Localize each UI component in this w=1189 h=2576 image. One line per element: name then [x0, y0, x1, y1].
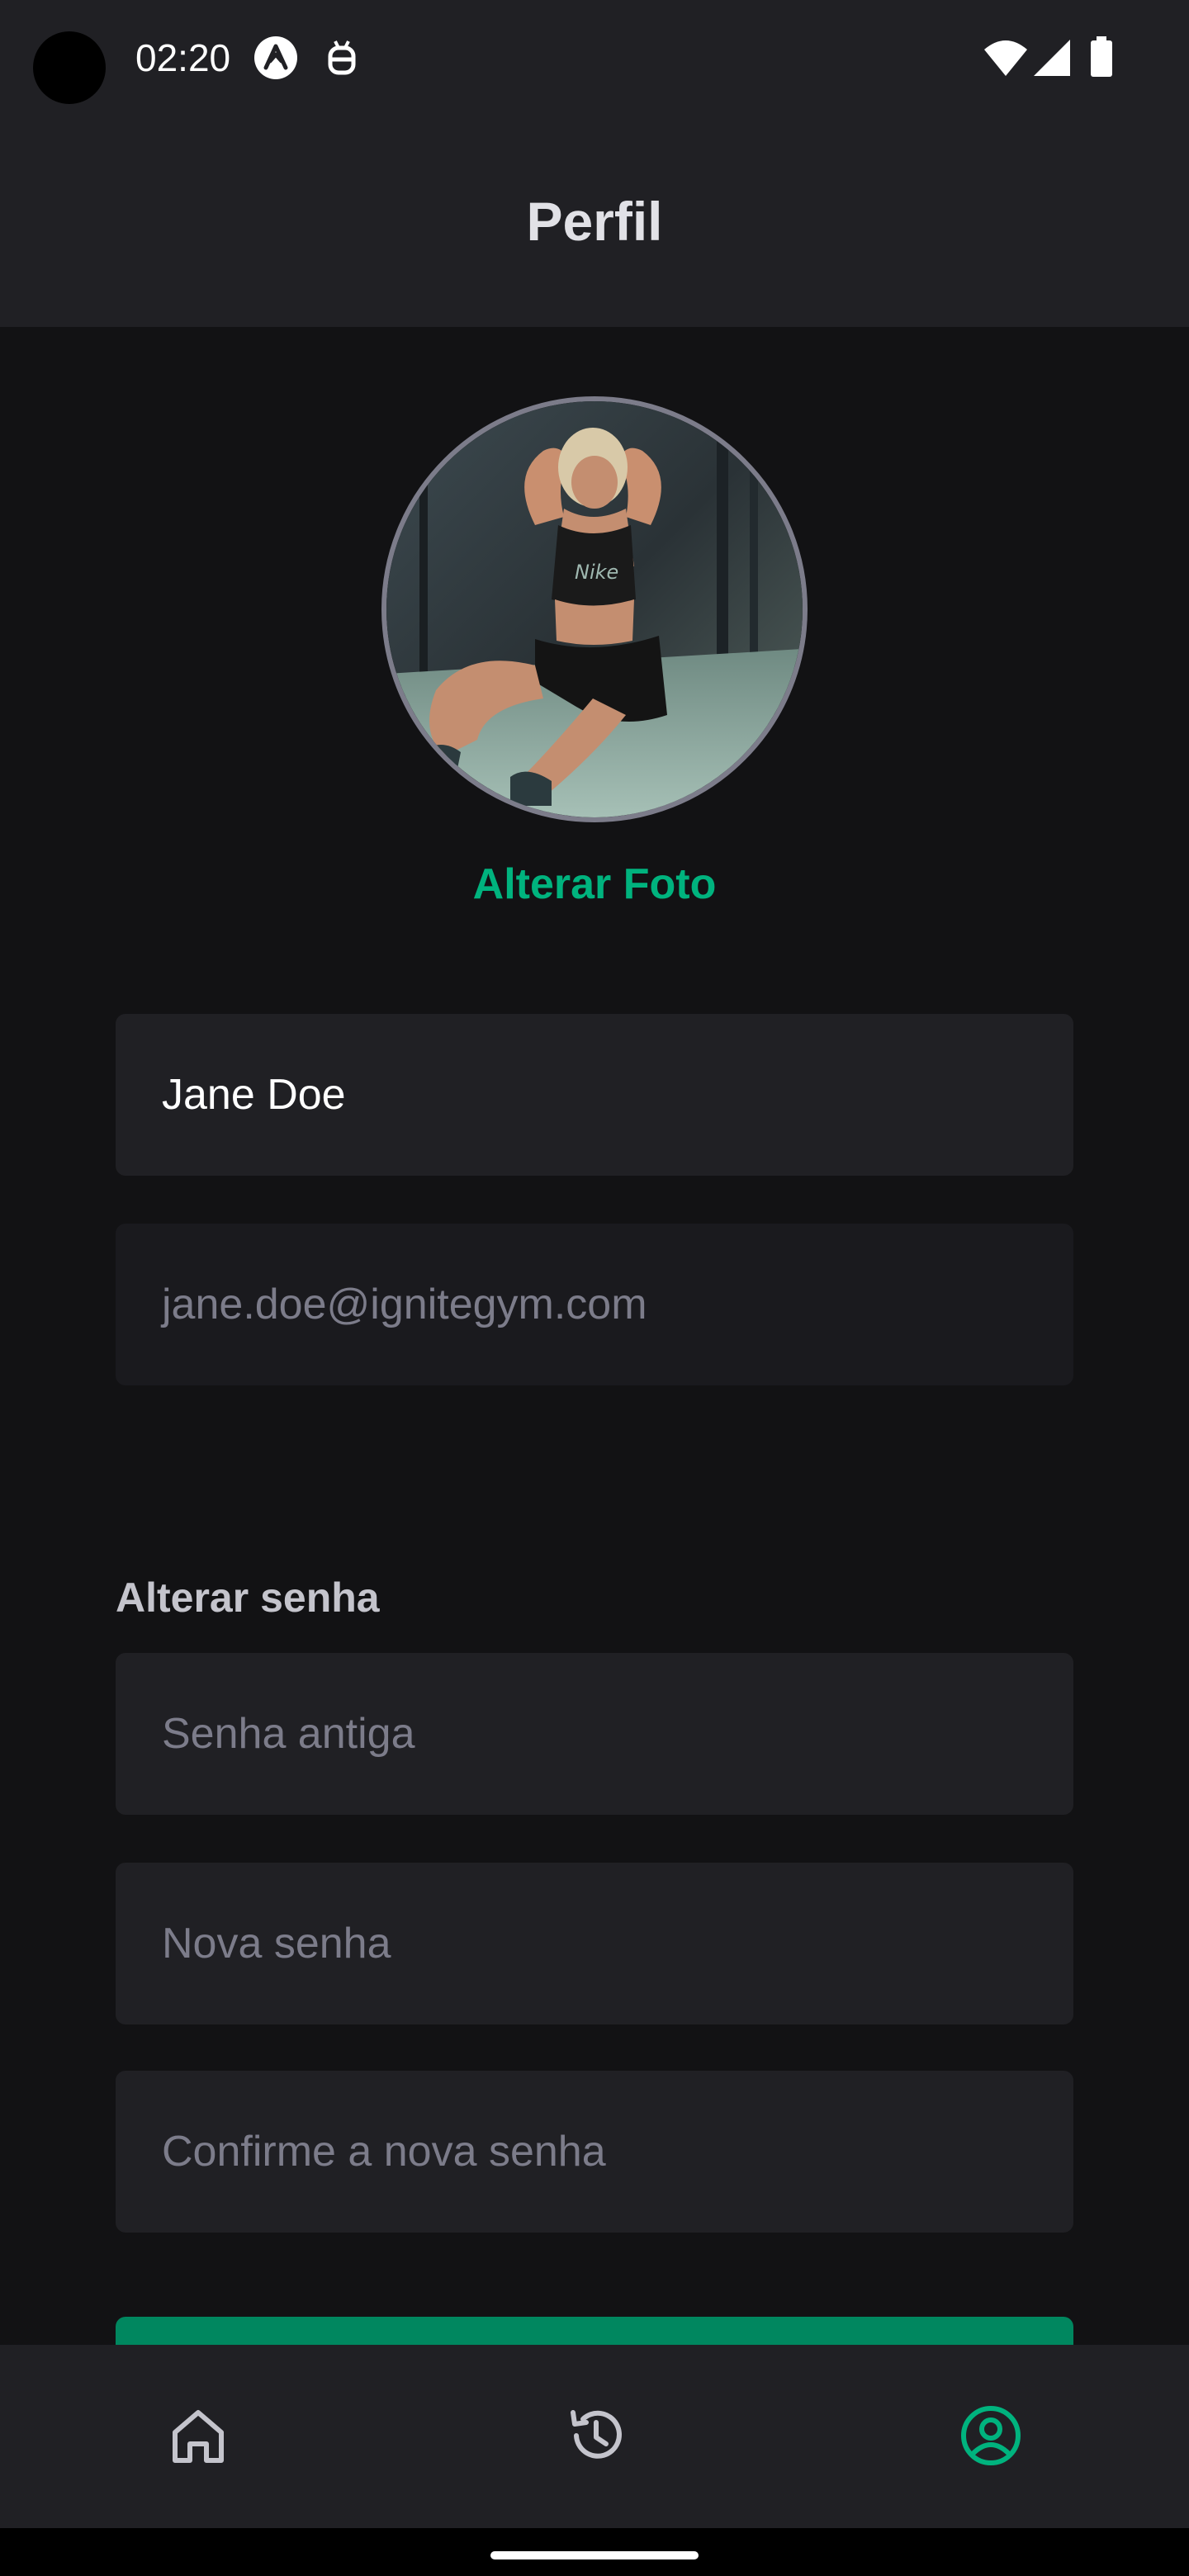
front-camera [33, 31, 106, 104]
system-navigation-bar [0, 2528, 1189, 2576]
tab-profile[interactable] [941, 2386, 1040, 2485]
name-input[interactable]: Jane Doe [116, 1014, 1073, 1176]
header: Perfil [0, 116, 1189, 327]
tab-history[interactable] [547, 2386, 646, 2485]
home-indicator[interactable] [490, 2551, 699, 2559]
name-input-value: Jane Doe [162, 1071, 346, 1119]
debug-icon [317, 33, 367, 83]
tab-home[interactable] [149, 2386, 248, 2485]
change-password-heading: Alterar senha [116, 1574, 380, 1621]
change-photo-button[interactable]: Alterar Foto [0, 855, 1189, 913]
old-password-placeholder: Senha antiga [162, 1710, 415, 1758]
confirm-password-placeholder: Confirme a nova senha [162, 2128, 606, 2176]
old-password-input[interactable]: Senha antiga [116, 1653, 1073, 1815]
new-password-placeholder: Nova senha [162, 1920, 391, 1968]
expo-app-icon [251, 33, 301, 83]
email-input-value: jane.doe@ignitegym.com [162, 1281, 647, 1328]
svg-text:Nike: Nike [575, 561, 618, 584]
page-title: Perfil [526, 191, 663, 252]
email-input: jane.doe@ignitegym.com [116, 1224, 1073, 1385]
new-password-input[interactable]: Nova senha [116, 1863, 1073, 2024]
battery-icon [1077, 33, 1126, 83]
avatar-photo: Nike [386, 401, 803, 817]
bottom-tab-bar [0, 2345, 1189, 2528]
status-bar: 02:20 [0, 0, 1189, 116]
status-time: 02:20 [135, 36, 231, 79]
confirm-password-input[interactable]: Confirme a nova senha [116, 2071, 1073, 2233]
profile-avatar: Nike [381, 396, 808, 822]
home-icon [173, 2410, 224, 2463]
cellular-signal-icon [1029, 33, 1078, 83]
profile-icon [961, 2406, 1021, 2465]
wifi-icon [981, 33, 1030, 83]
history-icon [571, 2410, 622, 2459]
